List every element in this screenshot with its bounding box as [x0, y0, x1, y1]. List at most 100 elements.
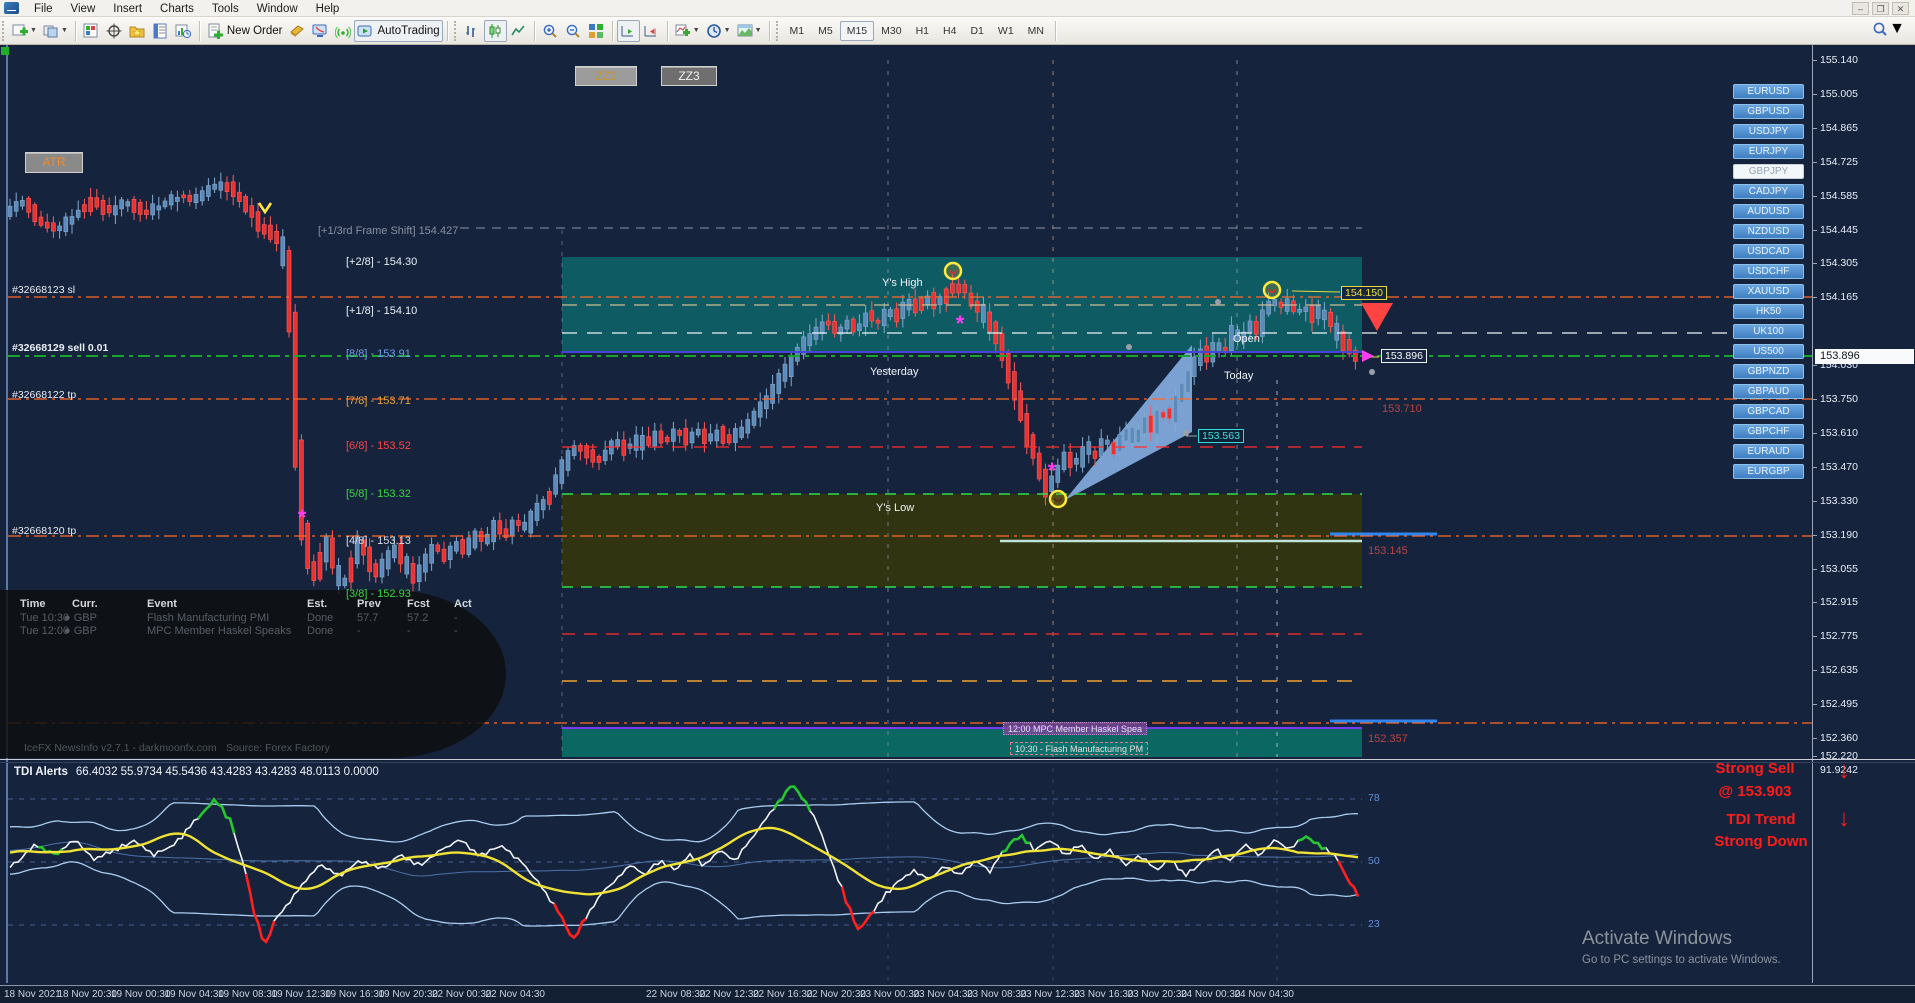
symbol-button-cadjpy[interactable]: CADJPY: [1733, 184, 1804, 199]
menu-charts[interactable]: Charts: [151, 1, 203, 17]
timeframe-m30[interactable]: M30: [874, 21, 908, 41]
atr-button[interactable]: ATR: [25, 152, 83, 173]
symbol-button-eurusd[interactable]: EURUSD: [1733, 84, 1804, 99]
profiles-button[interactable]: ▼: [40, 20, 71, 42]
symbol-button-audusd[interactable]: AUDUSD: [1733, 204, 1804, 219]
autotrading-button[interactable]: AutoTrading: [354, 19, 443, 42]
line-chart-button[interactable]: [507, 20, 530, 42]
candle-body: [243, 196, 248, 213]
timeframe-w1[interactable]: W1: [991, 21, 1021, 41]
candle-body: [751, 410, 757, 426]
timeframe-h4[interactable]: H4: [936, 21, 963, 41]
candle-body: [26, 197, 31, 213]
timeframe-m15[interactable]: M15: [839, 20, 875, 41]
symbol-button-us500[interactable]: US500: [1733, 344, 1804, 359]
zoom-out-button[interactable]: [562, 20, 585, 42]
symbol-button-usdcad[interactable]: USDCAD: [1733, 244, 1804, 259]
symbol-button-nzdusd[interactable]: NZDUSD: [1733, 224, 1804, 239]
symbol-button-gbpnzd[interactable]: GBPNZD: [1733, 364, 1804, 379]
symbol-button-eurjpy[interactable]: EURJPY: [1733, 144, 1804, 159]
trend-arrow-down-icon: ↓: [1838, 805, 1850, 832]
news-col-header: Est.: [307, 598, 328, 610]
candle-body: [348, 557, 354, 583]
signals-button[interactable]: [331, 20, 354, 42]
toolbar-search-button[interactable]: ▼: [1871, 20, 1905, 38]
timeframe-h1[interactable]: H1: [909, 21, 936, 41]
symbol-button-gbpcad[interactable]: GBPCAD: [1733, 404, 1804, 419]
candle-body: [447, 545, 453, 561]
close-button[interactable]: ✕: [1892, 1, 1909, 15]
symbol-button-gbpchf[interactable]: GBPCHF: [1733, 424, 1804, 439]
indicators-button[interactable]: ▼: [672, 20, 703, 42]
candle-body: [974, 300, 980, 313]
timeframe-m1[interactable]: M1: [783, 21, 812, 41]
periods-button[interactable]: ▼: [703, 20, 734, 42]
candle-body: [1222, 347, 1228, 351]
candle-body: [1086, 441, 1092, 455]
price-tick: 153.750: [1820, 393, 1858, 405]
price-tick: 153.470: [1820, 460, 1858, 473]
navigator-folder-icon: [129, 26, 145, 37]
candlestick-chart-button[interactable]: [483, 19, 507, 42]
menu-file[interactable]: File: [25, 1, 62, 17]
news-cell: -: [454, 625, 458, 637]
chart-canvas[interactable]: * * *: [8, 45, 1812, 983]
timeframe-mn[interactable]: MN: [1021, 21, 1051, 41]
menu-help[interactable]: Help: [307, 1, 349, 17]
symbol-button-usdjpy[interactable]: USDJPY: [1733, 124, 1804, 139]
symbol-button-hk50[interactable]: HK50: [1733, 304, 1804, 319]
timeframe-d1[interactable]: D1: [963, 21, 990, 41]
symbol-button-xauusd[interactable]: XAUUSD: [1733, 284, 1804, 299]
new-order-button[interactable]: New Order: [204, 20, 286, 42]
market-watch-button[interactable]: [80, 20, 103, 42]
menu-insert[interactable]: Insert: [104, 1, 151, 17]
minimize-button[interactable]: –: [1852, 1, 1869, 15]
candle-body: [683, 427, 689, 446]
symbol-button-gbpaud[interactable]: GBPAUD: [1733, 384, 1804, 399]
price-tick-mark: [1813, 704, 1817, 706]
navigator-button[interactable]: [126, 20, 149, 42]
menu-tools[interactable]: Tools: [203, 1, 248, 17]
depth-of-market-button[interactable]: [285, 20, 308, 42]
pane-separator[interactable]: [0, 759, 1915, 760]
candle-body: [82, 204, 87, 213]
templates-button[interactable]: ▼: [734, 20, 765, 42]
market-button[interactable]: [308, 20, 331, 42]
zz3-button[interactable]: ZZ3: [661, 66, 717, 86]
strategy-tester-button[interactable]: [172, 20, 195, 42]
crosshair-button[interactable]: [103, 20, 126, 42]
zz2-button[interactable]: ZZ2: [575, 66, 637, 86]
auto-scroll-button[interactable]: [616, 19, 640, 42]
candle-body: [1247, 320, 1253, 334]
symbol-button-euraud[interactable]: EURAUD: [1733, 444, 1804, 459]
symbol-button-usdchf[interactable]: USDCHF: [1733, 264, 1804, 279]
price-tick: 154.165: [1820, 291, 1858, 304]
candle-body: [677, 430, 682, 436]
menu-window[interactable]: Window: [248, 1, 307, 17]
zoom-in-button[interactable]: [539, 20, 562, 42]
time-tick: 23 Nov 16:30: [1074, 989, 1134, 1000]
symbol-button-gbpusd[interactable]: GBPUSD: [1733, 104, 1804, 119]
time-tick: 23 Nov 20:30: [1127, 989, 1188, 1000]
candle-body: [1074, 457, 1079, 465]
tile-windows-button[interactable]: [585, 20, 608, 42]
chart-shift-button[interactable]: [640, 20, 663, 42]
restore-button[interactable]: ❐: [1872, 1, 1889, 15]
price-tick-mark: [1813, 195, 1817, 197]
timeframe-m5[interactable]: M5: [811, 21, 840, 41]
time-axis: 18 Nov 2021 18 Nov 20:30 19 Nov 00:30 19 No…: [0, 985, 1915, 1003]
symbol-button-eurgbp[interactable]: EURGBP: [1733, 464, 1804, 479]
candle-body: [162, 200, 168, 208]
symbol-button-gbpjpy[interactable]: GBPJPY: [1733, 164, 1804, 179]
candle-body: [249, 205, 255, 218]
symbol-button-uk100[interactable]: UK100: [1733, 324, 1804, 339]
candle-body: [956, 283, 961, 294]
data-window-button[interactable]: [149, 20, 172, 42]
candle-body: [1092, 450, 1098, 459]
price-tick: 154.725: [1820, 155, 1858, 168]
candle-body: [100, 199, 106, 215]
new-chart-button[interactable]: ▼: [9, 20, 40, 42]
price-tick: 152.495: [1820, 698, 1858, 711]
bar-chart-button[interactable]: [461, 20, 484, 42]
menu-view[interactable]: View: [62, 1, 105, 17]
